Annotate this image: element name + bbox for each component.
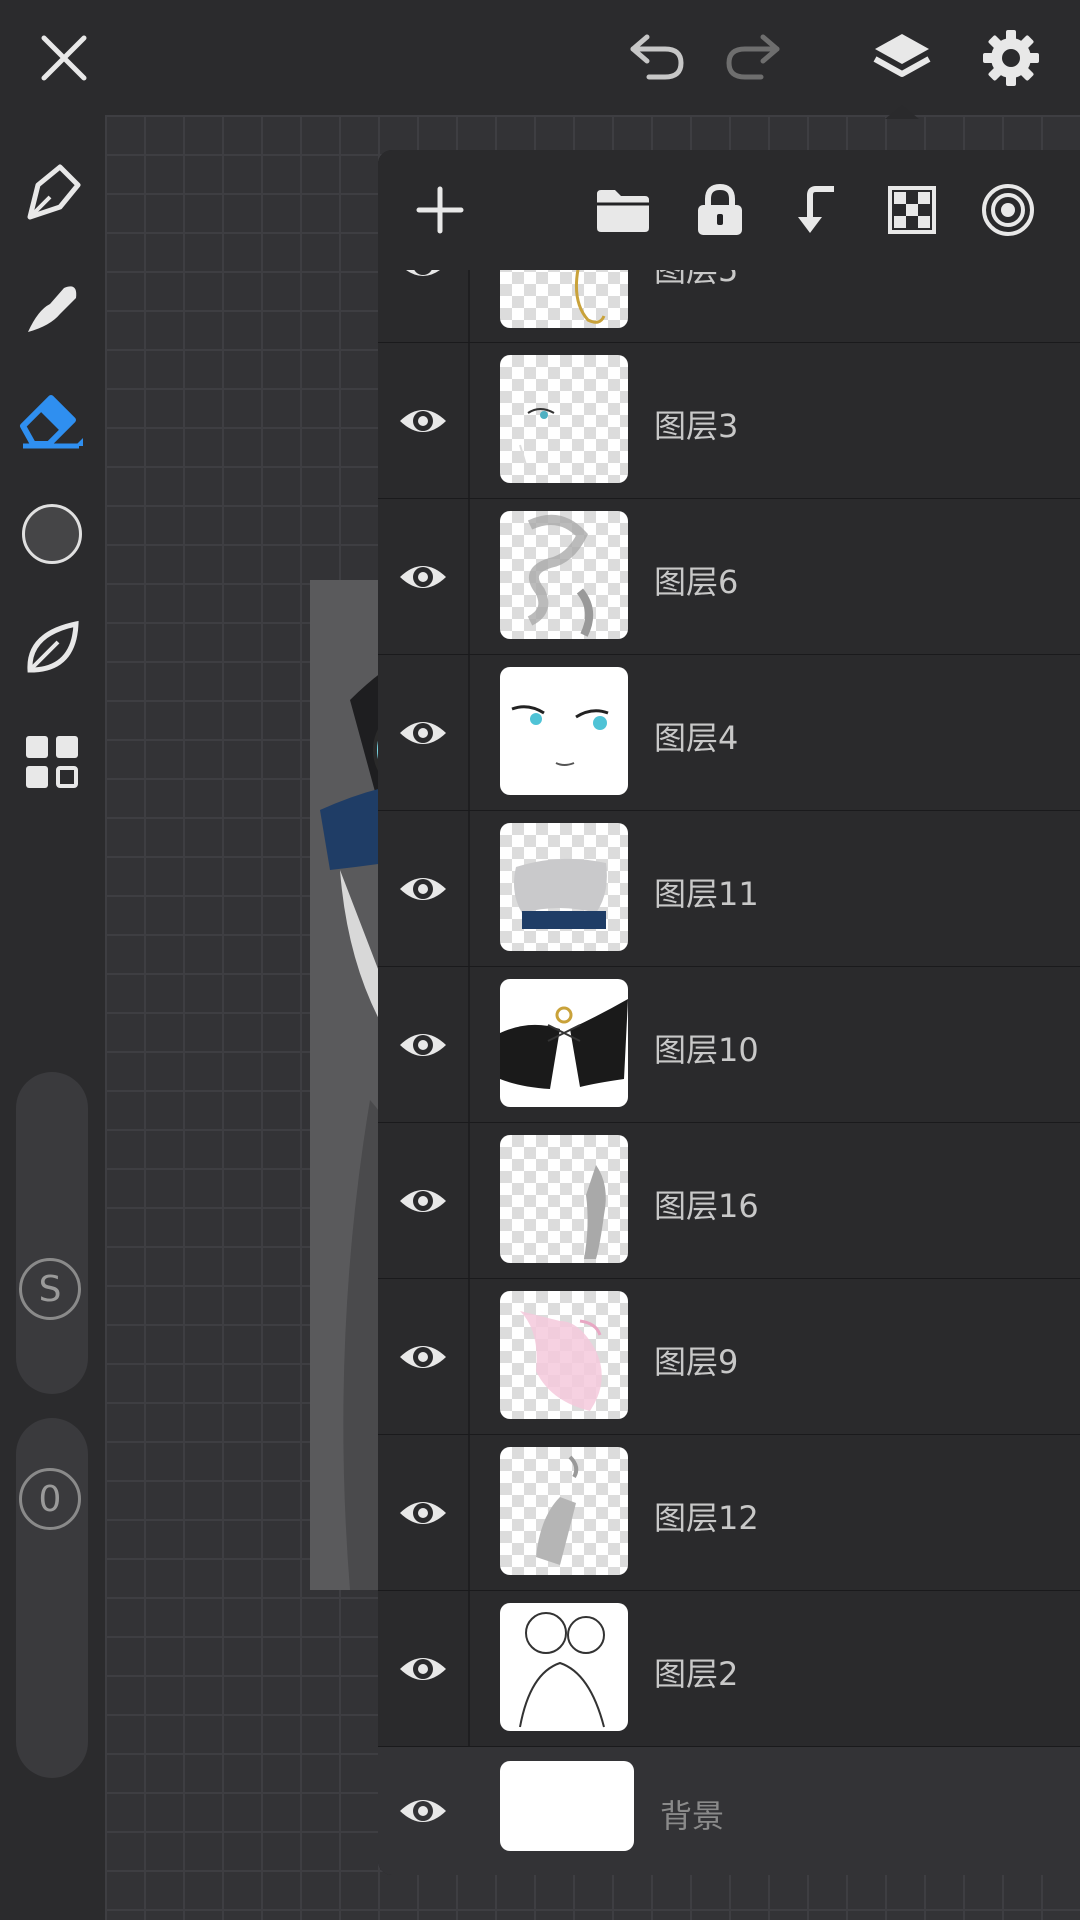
add-icon	[416, 186, 464, 234]
layer-name: 图层2	[654, 1654, 739, 1693]
pen-tool[interactable]	[14, 155, 90, 231]
leaf-icon	[27, 620, 79, 673]
top-bar	[0, 0, 1080, 119]
layer-name: 图层3	[654, 406, 739, 445]
eye-icon[interactable]	[398, 1333, 448, 1381]
layer-panel: 图层5 图层3 图层6 图层4 图层11 图层10 图层16 图层9 图层12 …	[378, 150, 1080, 1875]
layer-name: 图层9	[654, 1342, 739, 1381]
eye-icon[interactable]	[398, 1787, 448, 1835]
grid-tool[interactable]	[14, 724, 90, 800]
layer-thumbnail	[500, 1761, 634, 1851]
layer-thumbnail	[500, 1135, 628, 1263]
layer-list[interactable]: 图层5 图层3 图层6 图层4 图层11 图层10 图层16 图层9 图层12 …	[378, 270, 1080, 1875]
layer-row[interactable]: 图层16	[378, 1123, 1080, 1280]
target-button[interactable]	[976, 178, 1040, 242]
eye-icon[interactable]	[398, 270, 448, 289]
layer-name: 图层6	[654, 562, 739, 601]
pen-icon	[27, 164, 81, 220]
layer-thumbnail	[500, 1447, 628, 1575]
smudge-icon	[28, 286, 77, 332]
settings-button[interactable]	[975, 22, 1047, 94]
layer-thumbnail	[500, 270, 628, 328]
layer-name: 图层12	[654, 1498, 759, 1537]
layer-thumbnail	[500, 1603, 628, 1731]
layer-name: 图层10	[654, 1030, 759, 1069]
eye-icon[interactable]	[398, 1177, 448, 1225]
eraser-icon	[20, 395, 83, 449]
current-color	[22, 504, 82, 564]
background-layer-row[interactable]: 背景	[378, 1747, 1080, 1875]
layer-row[interactable]: 图层10	[378, 967, 1080, 1124]
leaf-tool[interactable]	[14, 610, 90, 686]
layer-name: 图层4	[654, 718, 739, 757]
brush-size-slider[interactable]: S	[16, 1072, 88, 1394]
close-icon	[41, 35, 87, 81]
gear-icon	[983, 30, 1039, 86]
layer-row[interactable]: 图层5	[378, 270, 1080, 344]
undo-button[interactable]	[620, 22, 692, 94]
opacity-knob[interactable]: 0	[19, 1468, 81, 1530]
layer-row[interactable]: 图层12	[378, 1435, 1080, 1592]
folder-icon	[597, 190, 649, 232]
layer-panel-toolbar	[378, 150, 1080, 272]
add-layer-button[interactable]	[408, 178, 472, 242]
transparency-icon	[888, 186, 936, 234]
eye-icon[interactable]	[398, 1645, 448, 1693]
layers-button[interactable]	[866, 22, 938, 94]
eye-icon[interactable]	[398, 397, 448, 445]
merge-down-button[interactable]	[784, 178, 848, 242]
color-swatch[interactable]	[14, 496, 90, 572]
transparency-button[interactable]	[880, 178, 944, 242]
close-button[interactable]	[28, 22, 100, 94]
layer-thumbnail	[500, 979, 628, 1107]
layer-row[interactable]: 图层6	[378, 499, 1080, 656]
layer-name: 图层16	[654, 1186, 759, 1225]
layer-row[interactable]: 图层3	[378, 343, 1080, 500]
merge-down-icon	[798, 186, 834, 233]
layer-thumbnail	[500, 823, 628, 951]
lock-icon	[698, 183, 742, 235]
layer-thumbnail	[500, 511, 628, 639]
layer-thumbnail	[500, 667, 628, 795]
undo-icon	[630, 34, 684, 80]
opacity-slider[interactable]: 0	[16, 1418, 88, 1778]
eraser-tool[interactable]	[14, 383, 90, 459]
size-knob[interactable]: S	[19, 1258, 81, 1320]
lock-button[interactable]	[688, 178, 752, 242]
layers-icon	[873, 34, 931, 77]
eye-icon[interactable]	[398, 709, 448, 757]
redo-icon	[726, 34, 780, 80]
layer-thumbnail	[500, 1291, 628, 1419]
layer-thumbnail	[500, 355, 628, 483]
layer-name: 图层5	[654, 270, 739, 289]
eye-icon[interactable]	[398, 1021, 448, 1069]
layer-row[interactable]: 图层11	[378, 811, 1080, 968]
folder-button[interactable]	[591, 178, 655, 242]
panel-pointer	[885, 105, 919, 119]
redo-button[interactable]	[718, 22, 790, 94]
eye-icon[interactable]	[398, 1489, 448, 1537]
layer-row[interactable]: 图层4	[378, 655, 1080, 812]
smudge-tool[interactable]	[14, 268, 90, 344]
layer-name: 图层11	[654, 874, 759, 913]
eye-icon[interactable]	[398, 553, 448, 601]
eye-icon[interactable]	[398, 865, 448, 913]
target-icon	[982, 184, 1034, 236]
layer-row[interactable]: 图层9	[378, 1279, 1080, 1436]
layer-name: 背景	[660, 1797, 725, 1835]
grid-icon	[26, 736, 78, 788]
layer-row[interactable]: 图层2	[378, 1591, 1080, 1748]
